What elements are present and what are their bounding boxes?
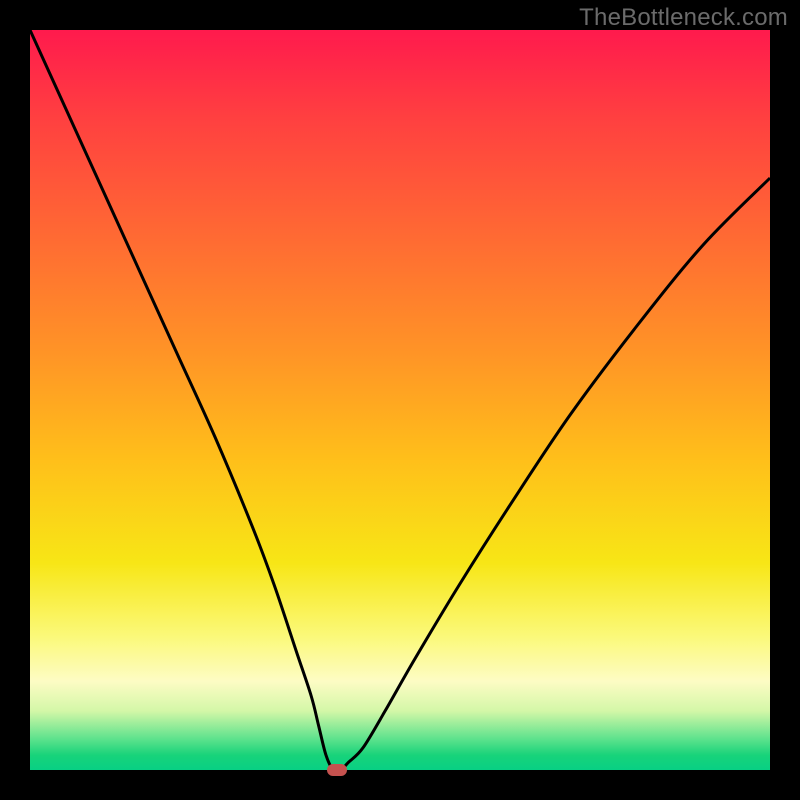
curve-path [30,30,770,771]
bottleneck-curve [30,30,770,770]
min-marker [327,764,347,776]
watermark-text: TheBottleneck.com [579,4,788,32]
plot-area [30,30,770,770]
chart-frame: TheBottleneck.com [0,0,800,800]
